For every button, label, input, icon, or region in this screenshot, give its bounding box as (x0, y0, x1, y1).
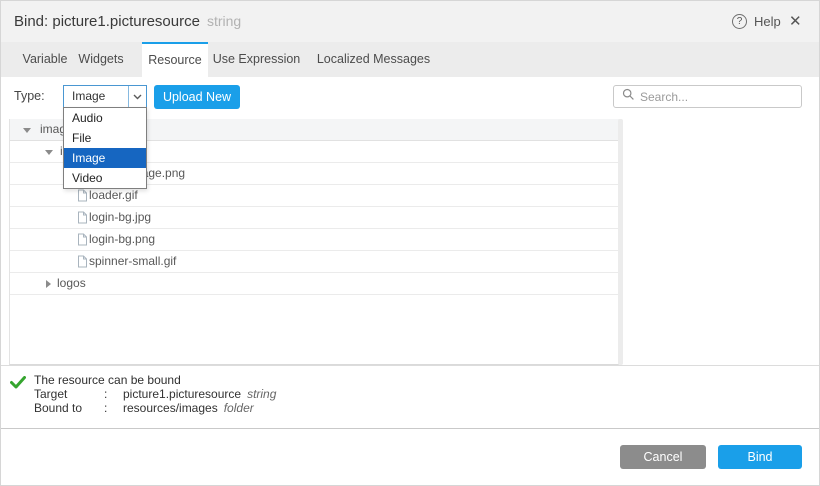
dropdown-option-image-selected[interactable]: Image (64, 148, 146, 168)
dialog-title: Bind: picture1.picturesource string (14, 1, 241, 42)
tab-widgets[interactable]: Widgets (72, 42, 130, 77)
tree-row-file[interactable]: spinner-small.gif (10, 251, 619, 273)
tree-row-label: login-bg.jpg (89, 207, 151, 228)
search-box[interactable] (613, 85, 802, 108)
tab-localized-messages[interactable]: Localized Messages (305, 42, 442, 77)
file-icon (77, 233, 88, 251)
status-target-value: picture1.picturesource (123, 387, 241, 401)
tab-use-expression[interactable]: Use Expression (208, 42, 305, 77)
file-icon (77, 255, 88, 273)
success-check-icon (10, 376, 26, 394)
footer-divider (1, 428, 820, 429)
tab-variable[interactable]: Variable (14, 42, 76, 77)
search-icon (622, 88, 635, 106)
content-divider (1, 365, 820, 366)
tree-row-logos-folder[interactable]: logos (10, 273, 619, 295)
type-dropdown-menu: Audio File Image Video (63, 107, 147, 189)
dialog-titlebar: Bind: picture1.picturesource string ? Hel… (1, 1, 819, 42)
tree-scrollbar[interactable] (618, 119, 623, 365)
bind-button[interactable]: Bind (718, 445, 802, 469)
bind-dialog: Bind: picture1.picturesource string ? Hel… (0, 0, 820, 486)
tree-row-label: login-bg.png (89, 229, 155, 250)
status-target-label: Target (34, 387, 104, 401)
help-button[interactable]: ? Help (732, 1, 781, 42)
status-bound-row: Bound to : resources/images folder (34, 401, 254, 415)
status-separator: : (104, 387, 123, 401)
type-select-value: Image (72, 86, 105, 107)
dropdown-option-audio[interactable]: Audio (64, 108, 146, 128)
search-input[interactable] (640, 90, 801, 104)
chevron-down-icon (128, 86, 146, 107)
close-icon[interactable]: ✕ (789, 1, 802, 42)
tab-resource-active[interactable]: Resource (142, 42, 208, 77)
dropdown-option-file[interactable]: File (64, 128, 146, 148)
status-message: The resource can be bound (34, 373, 181, 387)
type-select[interactable]: Image (63, 85, 147, 108)
caret-right-icon[interactable] (46, 280, 51, 288)
status-bound-value: resources/images (123, 401, 218, 415)
tree-row-label: spinner-small.gif (89, 251, 176, 272)
dropdown-option-video[interactable]: Video (64, 168, 146, 188)
status-separator: : (104, 401, 123, 415)
dialog-title-type: string (207, 13, 241, 29)
tree-row-label: logos (57, 273, 86, 294)
status-bound-type: folder (224, 401, 254, 415)
caret-down-icon[interactable] (45, 150, 53, 155)
help-label: Help (754, 14, 781, 29)
upload-new-button[interactable]: Upload New (154, 85, 240, 109)
dialog-title-text: Bind: picture1.picturesource (14, 13, 200, 30)
caret-down-icon[interactable] (23, 128, 31, 133)
tree-row-file[interactable]: login-bg.jpg (10, 207, 619, 229)
status-target-type: string (247, 387, 276, 401)
tab-bar: Variable Widgets Resource Use Expression… (1, 42, 819, 77)
type-label: Type: (14, 85, 45, 108)
help-icon: ? (732, 14, 747, 29)
file-icon (77, 211, 88, 229)
file-icon (77, 189, 88, 207)
status-target-row: Target : picture1.picturesource string (34, 387, 276, 401)
cancel-button[interactable]: Cancel (620, 445, 706, 469)
tree-row-file[interactable]: login-bg.png (10, 229, 619, 251)
status-bound-label: Bound to (34, 401, 104, 415)
